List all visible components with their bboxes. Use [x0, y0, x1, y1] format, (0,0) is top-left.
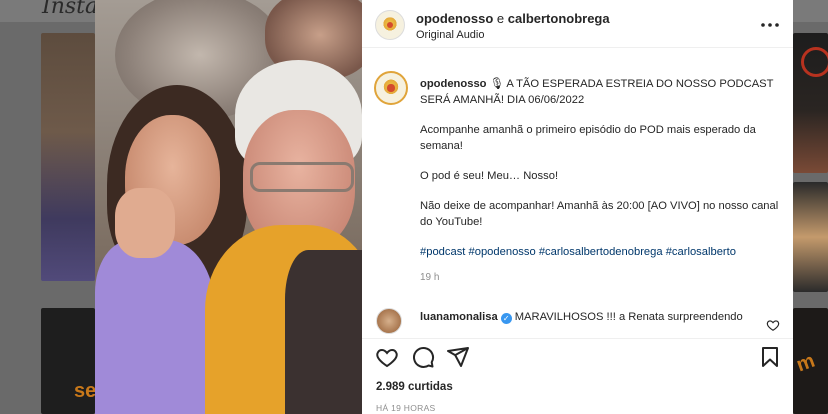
comment-icon[interactable]	[411, 345, 435, 369]
bookmark-icon[interactable]	[758, 345, 782, 369]
share-icon[interactable]	[446, 345, 470, 369]
caption: opodenosso 🎙 A TÃO ESPERADA ESTREIA DO N…	[420, 76, 780, 286]
logo-ring	[801, 47, 828, 77]
background-thumbnail-text: m	[793, 349, 818, 377]
verified-badge-icon: ✓	[500, 313, 512, 324]
background-thumbnail[interactable]	[793, 33, 828, 173]
commenter-avatar[interactable]	[376, 308, 402, 334]
background-thumbnail[interactable]	[41, 33, 95, 281]
commenter-username[interactable]: luanamonalisa	[420, 311, 498, 323]
comment-like-heart-icon[interactable]	[766, 318, 780, 332]
background-thumbnail[interactable]	[793, 182, 828, 292]
background-thumbnail[interactable]: se	[41, 308, 97, 414]
author-username-link[interactable]: opodenosso	[416, 11, 493, 26]
comments-area: opodenosso 🎙 A TÃO ESPERADA ESTREIA DO N…	[362, 49, 793, 337]
post-authors: opodenosso e calbertonobrega	[416, 11, 610, 26]
mic-emoji: 🎙	[489, 78, 504, 90]
hashtag-link[interactable]: #carlosalbertodenobrega	[539, 246, 663, 258]
post-header: opodenosso e calbertonobrega Original Au…	[362, 0, 793, 48]
more-icon[interactable]	[758, 16, 782, 34]
audio-link[interactable]: Original Audio	[416, 29, 485, 41]
caption-paragraph: Acompanhe amanhã o primeiro episódio do …	[420, 124, 756, 152]
heart-icon[interactable]	[375, 345, 399, 369]
author-avatar[interactable]	[375, 10, 405, 40]
caption-timestamp[interactable]: 19 h	[420, 270, 780, 286]
post-media-photo[interactable]	[95, 0, 362, 414]
comment-body: MARAVILHOSOS !!! a Renata surpreendendo	[514, 311, 743, 323]
post-timestamp[interactable]: HÁ 19 HORAS	[376, 403, 436, 413]
caption-username[interactable]: opodenosso	[420, 78, 487, 90]
caption-paragraph: O pod é seu! Meu… Nosso!	[420, 170, 559, 182]
coauthor-username-link[interactable]: calbertonobrega	[508, 11, 610, 26]
hashtag-link[interactable]: #carlosalberto	[666, 246, 736, 258]
comment-row: luanamonalisa ✓ MARAVILHOSOS !!! a Renata …	[362, 302, 793, 334]
caption-paragraph: Não deixe de acompanhar! Amanhã às 20:00…	[420, 200, 779, 228]
hashtag-link[interactable]: #opodenosso	[469, 246, 536, 258]
caption-hashtags: #podcast #opodenosso #carlosalbertodenob…	[420, 244, 780, 260]
post-side-panel: opodenosso e calbertonobrega Original Au…	[362, 0, 793, 414]
post-actions: 2.989 curtidas HÁ 19 HORAS	[362, 338, 793, 414]
comment-text: luanamonalisa ✓ MARAVILHOSOS !!! a Renata …	[420, 311, 743, 324]
caption-avatar[interactable]	[374, 71, 408, 105]
author-separator: e	[493, 11, 508, 26]
background-thumbnail-text: se	[74, 380, 97, 402]
hashtag-link[interactable]: #podcast	[420, 246, 465, 258]
post-modal: opodenosso e calbertonobrega Original Au…	[95, 0, 793, 414]
likes-count[interactable]: 2.989 curtidas	[376, 381, 453, 393]
background-thumbnail[interactable]: m	[793, 308, 828, 414]
